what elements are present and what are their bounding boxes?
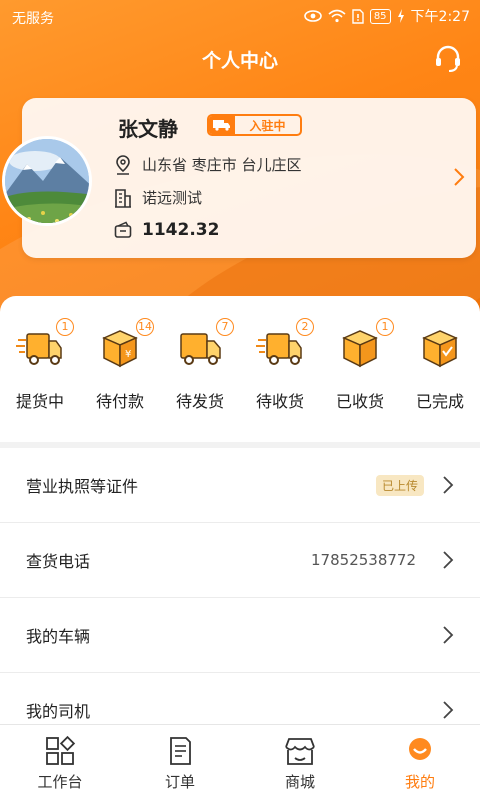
uploaded-tag: 已上传 (375, 474, 424, 496)
order-label: 提货中 (15, 392, 64, 411)
document-icon (170, 737, 191, 765)
order-item-pending-shipment[interactable]: 7 待发货 (160, 318, 240, 442)
order-item-pending-receipt[interactable]: 2 待收货 (240, 318, 320, 442)
settings-menu: 营业执照等证件 已上传 查货电话 17852538772 我的车辆 我的司机 (0, 448, 480, 748)
title-bar: 个人中心 (0, 40, 480, 80)
menu-item-label: 营业执照等证件 (26, 477, 139, 496)
clock-text: 下午2:27 (410, 9, 470, 25)
order-item-received[interactable]: 1 已收货 (320, 318, 400, 442)
company-row: 诺远测试 (114, 187, 202, 208)
tab-mall[interactable]: 商城 (240, 725, 360, 800)
truck-icon (213, 120, 230, 131)
order-label: 已收货 (335, 392, 384, 411)
battery-charging-icon (397, 9, 404, 23)
location-pin-icon (116, 154, 130, 175)
user-name: 张文静 (118, 117, 178, 141)
order-count-badge: 2 (296, 318, 314, 336)
menu-item-license[interactable]: 营业执照等证件 已上传 (0, 448, 480, 523)
order-label: 待收货 (255, 392, 304, 411)
status-bar: 无服务 85 下午2:27 (0, 0, 480, 34)
menu-item-phone[interactable]: 查货电话 17852538772 (0, 523, 480, 598)
wifi-icon (328, 9, 346, 23)
order-count-badge: 7 (216, 318, 234, 336)
order-status-bar: 1 提货中 ¥ 14 待付款 7 待发货 2 待收货 1 已收货 已完成 (0, 296, 480, 442)
order-count-badge: 14 (136, 318, 154, 336)
phone-number: 17852538772 (311, 551, 416, 569)
delivery-truck-icon (16, 333, 62, 365)
tab-mine[interactable]: 我的 (360, 725, 480, 800)
chevron-right-icon (443, 551, 454, 569)
user-icon (409, 738, 431, 760)
box-payment-icon: ¥ (102, 330, 138, 368)
store-icon (285, 738, 315, 765)
sim-icon (352, 8, 364, 24)
building-icon (115, 188, 131, 208)
avatar[interactable] (2, 136, 92, 226)
order-item-completed[interactable]: 已完成 (400, 326, 480, 442)
page-title: 个人中心 (201, 50, 278, 72)
box-icon (342, 330, 378, 368)
status-badge: 入驻中 (207, 114, 302, 136)
menu-item-label: 查货电话 (26, 552, 91, 571)
delivery-truck-icon (256, 333, 302, 365)
order-count-badge: 1 (376, 318, 394, 336)
grid-icon (46, 735, 76, 765)
chevron-right-icon (443, 701, 454, 719)
balance-row: 1142.32 (114, 220, 219, 240)
tab-orders[interactable]: 订单 (120, 725, 240, 800)
battery-indicator: 85 (369, 8, 391, 24)
location-text: 山东省 枣庄市 台儿庄区 (142, 156, 302, 174)
box-check-icon (422, 330, 458, 368)
truck-icon (180, 333, 221, 365)
chevron-right-icon (443, 476, 454, 494)
company-text: 诺远测试 (142, 189, 203, 207)
customer-service-icon[interactable] (432, 43, 464, 75)
carrier-text: 无服务 (12, 11, 54, 27)
order-label: 待付款 (95, 392, 144, 411)
main-panel: 1 提货中 ¥ 14 待付款 7 待发货 2 待收货 1 已收货 已完成 营业执… (0, 296, 480, 748)
svg-text:¥: ¥ (125, 349, 131, 360)
wallet-icon (114, 221, 132, 238)
location-row: 山东省 枣庄市 台儿庄区 (114, 154, 302, 175)
bottom-tab-bar: 工作台 订单 商城 我的 (0, 724, 480, 800)
chevron-right-icon[interactable] (452, 166, 466, 188)
order-label: 待发货 (175, 392, 224, 411)
balance-value: 1142.32 (142, 220, 220, 240)
tab-workbench[interactable]: 工作台 (0, 725, 120, 800)
order-label: 已完成 (415, 392, 464, 411)
eye-icon (304, 10, 322, 22)
menu-item-vehicles[interactable]: 我的车辆 (0, 598, 480, 673)
chevron-right-icon (443, 626, 454, 644)
menu-item-label: 我的车辆 (26, 627, 91, 646)
menu-item-label: 我的司机 (26, 702, 91, 721)
order-item-pending-payment[interactable]: ¥ 14 待付款 (80, 318, 160, 442)
order-count-badge: 1 (56, 318, 74, 336)
order-item-picking[interactable]: 1 提货中 (0, 318, 80, 442)
